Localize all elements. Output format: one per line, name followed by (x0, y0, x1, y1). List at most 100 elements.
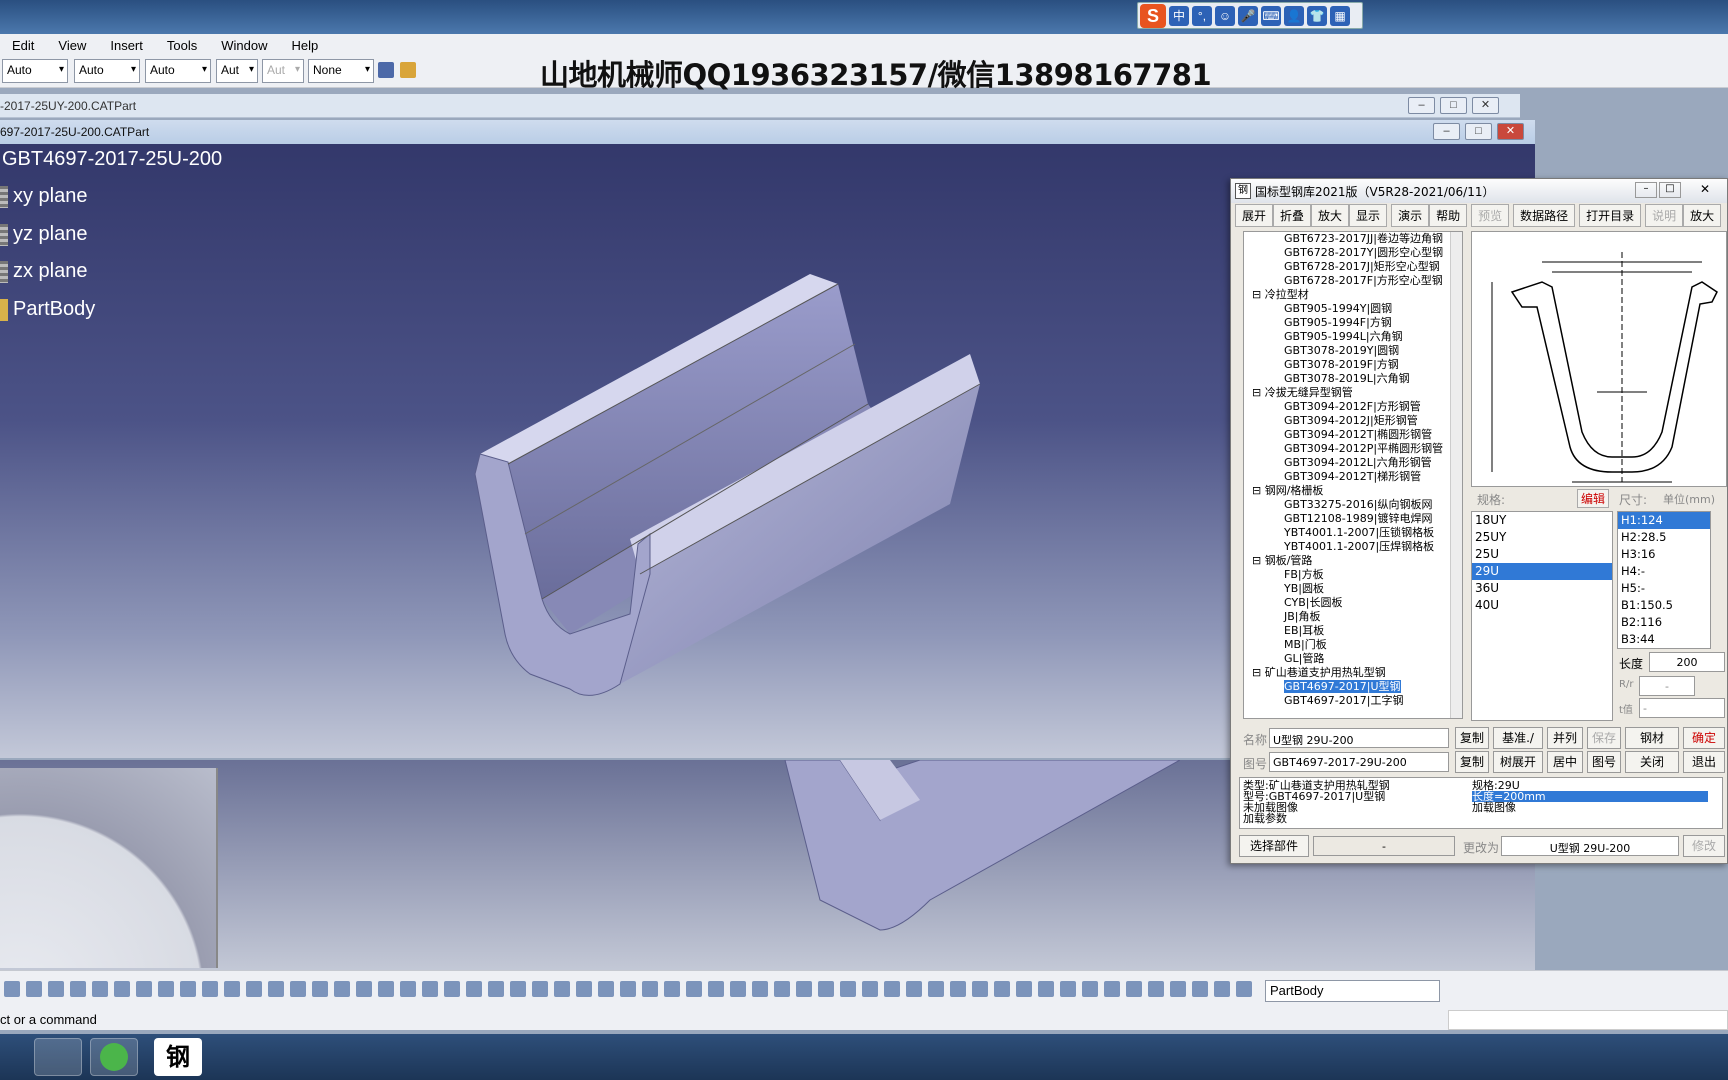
menu-help[interactable]: Help (279, 38, 330, 53)
toolbar-tool-icon[interactable] (4, 981, 20, 997)
name-input[interactable]: U型钢 29U-200 (1269, 728, 1449, 748)
data-path-button[interactable]: 数据路径 (1513, 203, 1576, 227)
spec-tree-zx-plane[interactable]: zx plane (0, 260, 88, 283)
color-combo[interactable]: Auto (2, 59, 68, 83)
tree-item[interactable]: GBT6728-2017Y|圆形空心型钢 (1244, 246, 1462, 260)
toolbar-tool-icon[interactable] (114, 981, 130, 997)
maximize-icon[interactable]: □ (1659, 182, 1681, 198)
ime-voice-icon[interactable]: 🎤 (1238, 5, 1258, 26)
toolbar-tool-icon[interactable] (730, 981, 746, 997)
toolbar-tool-icon[interactable] (1148, 981, 1164, 997)
toolbar-tool-icon[interactable] (1104, 981, 1120, 997)
toolbar-tool-icon[interactable] (1082, 981, 1098, 997)
painter-icon[interactable] (378, 62, 394, 78)
minimize-icon[interactable]: – (1433, 123, 1460, 140)
spec-item-selected[interactable]: 29U (1472, 563, 1612, 580)
toolbar-tool-icon[interactable] (1126, 981, 1142, 997)
rr-input[interactable]: - (1639, 676, 1695, 696)
size-item[interactable]: H1:124 (1618, 512, 1710, 529)
spec-item[interactable]: 25UY (1472, 529, 1612, 546)
select-part-button[interactable]: 选择部件 (1239, 835, 1309, 857)
spec-item[interactable]: 36U (1472, 580, 1612, 597)
zoom2-button[interactable]: 放大 (1683, 203, 1722, 227)
steel-app-taskbar-icon[interactable]: 钢 (154, 1038, 202, 1076)
drawno-input[interactable]: GBT4697-2017-29U-200 (1269, 752, 1449, 772)
tree-item[interactable]: YBT4001.1-2007|压焊钢格板 (1244, 540, 1462, 554)
tree-item[interactable]: GBT4697-2017|工字钢 (1244, 694, 1462, 708)
toolbar-tool-icon[interactable] (906, 981, 922, 997)
toolbar-tool-icon[interactable] (158, 981, 174, 997)
size-list[interactable]: H1:124 H2:28.5 H3:16 H4:- H5:- B1:150.5 … (1617, 511, 1711, 649)
tree-item[interactable]: CYB|长圆板 (1244, 596, 1462, 610)
toolbar-tool-icon[interactable] (576, 981, 592, 997)
tree-scrollbar[interactable] (1450, 232, 1462, 718)
toolbar-tool-icon[interactable] (598, 981, 614, 997)
toolbar-tool-icon[interactable] (356, 981, 372, 997)
preview-button[interactable]: 预览 (1471, 203, 1510, 227)
toolbar-tool-icon[interactable] (620, 981, 636, 997)
ime-emoji-icon[interactable]: ☺ (1215, 5, 1235, 26)
toolbar-tool-icon[interactable] (1236, 981, 1252, 997)
parallel-button[interactable]: 并列 (1547, 727, 1583, 749)
length-input[interactable]: 200 (1649, 652, 1725, 672)
window-back-titlebar[interactable]: -2017-25UY-200.CATPart – □ ✕ (0, 94, 1520, 118)
toolbar-tool-icon[interactable] (1170, 981, 1186, 997)
tree-item[interactable]: FB|方板 (1244, 568, 1462, 582)
menu-view[interactable]: View (46, 38, 98, 53)
spec-tree-root[interactable]: GBT4697-2017-25U-200 (2, 148, 222, 171)
toolbar-tool-icon[interactable] (972, 981, 988, 997)
toolbar-tool-icon[interactable] (554, 981, 570, 997)
tree-item[interactable]: GBT6723-2017JJ|卷边等边角钢 (1244, 232, 1462, 246)
toolbar-tool-icon[interactable] (686, 981, 702, 997)
tree-item[interactable]: GBT3094-2012J|矩形钢管 (1244, 414, 1462, 428)
selected-part-field[interactable]: - (1313, 836, 1455, 856)
toolbar-tool-icon[interactable] (444, 981, 460, 997)
toolbar-tool-icon[interactable] (532, 981, 548, 997)
brush-icon[interactable] (400, 62, 416, 78)
u-channel-model[interactable] (470, 204, 1010, 704)
tree-item[interactable]: EB|耳板 (1244, 624, 1462, 638)
toolbar-tool-icon[interactable] (268, 981, 284, 997)
menu-tools[interactable]: Tools (155, 38, 209, 53)
open-dir-button[interactable]: 打开目录 (1579, 203, 1642, 227)
window-front-titlebar[interactable]: 697-2017-25U-200.CATPart – □ ✕ (0, 120, 1535, 144)
display-button[interactable]: 显示 (1349, 203, 1388, 227)
tree-item[interactable]: GBT3078-2019F|方钢 (1244, 358, 1462, 372)
menu-edit[interactable]: Edit (0, 38, 46, 53)
tree-item[interactable]: GBT3094-2012T|椭圆形钢管 (1244, 428, 1462, 442)
spec-tree-yz-plane[interactable]: yz plane (0, 223, 88, 246)
tree-category[interactable]: ⊟ 冷拉型材 (1244, 288, 1462, 302)
size-item[interactable]: H5:- (1618, 580, 1710, 597)
minimize-icon[interactable]: – (1635, 182, 1657, 198)
ime-punct-icon[interactable]: °, (1192, 5, 1212, 26)
toolbar-tool-icon[interactable] (92, 981, 108, 997)
tree-item[interactable]: GBT3094-2012L|六角形钢管 (1244, 456, 1462, 470)
tree-item[interactable]: GBT12108-1989|镀锌电焊网 (1244, 512, 1462, 526)
toolbar-tool-icon[interactable] (708, 981, 724, 997)
expand-button[interactable]: 展开 (1235, 203, 1274, 227)
tree-category[interactable]: ⊟ 钢板/管路 (1244, 554, 1462, 568)
toolbar-tool-icon[interactable] (1214, 981, 1230, 997)
tree-category[interactable]: ⊟ 钢网/格栅板 (1244, 484, 1462, 498)
menu-window[interactable]: Window (209, 38, 279, 53)
demo-button[interactable]: 演示 (1391, 203, 1430, 227)
category-tree[interactable]: GBT6723-2017JJ|卷边等边角钢 GBT6728-2017Y|圆形空心型… (1243, 231, 1463, 719)
toolbar-tool-icon[interactable] (180, 981, 196, 997)
tree-item[interactable]: GBT6728-2017J|矩形空心型钢 (1244, 260, 1462, 274)
tree-category[interactable]: ⊟ 冷拔无缝异型钢管 (1244, 386, 1462, 400)
instructions-button[interactable]: 说明 (1645, 203, 1684, 227)
tree-item[interactable]: GBT4697-2017|U型钢 (1244, 680, 1462, 694)
ime-skin-icon[interactable]: 👕 (1307, 5, 1327, 26)
toolbar-tool-icon[interactable] (840, 981, 856, 997)
toolbar-tool-icon[interactable] (950, 981, 966, 997)
toolbar-tool-icon[interactable] (994, 981, 1010, 997)
size-item[interactable]: B1:150.5 (1618, 597, 1710, 614)
spec-list[interactable]: 18UY 25UY 25U 29U 36U 40U (1471, 511, 1613, 721)
spec-tree-partbody[interactable]: PartBody (0, 298, 95, 321)
size-item[interactable]: H2:28.5 (1618, 529, 1710, 546)
toolbar-tool-icon[interactable] (334, 981, 350, 997)
toolbar-tool-icon[interactable] (774, 981, 790, 997)
spec-item[interactable]: 25U (1472, 546, 1612, 563)
tree-item[interactable]: YBT4001.1-2007|压锁钢格板 (1244, 526, 1462, 540)
point-combo[interactable]: Aut (262, 59, 304, 83)
